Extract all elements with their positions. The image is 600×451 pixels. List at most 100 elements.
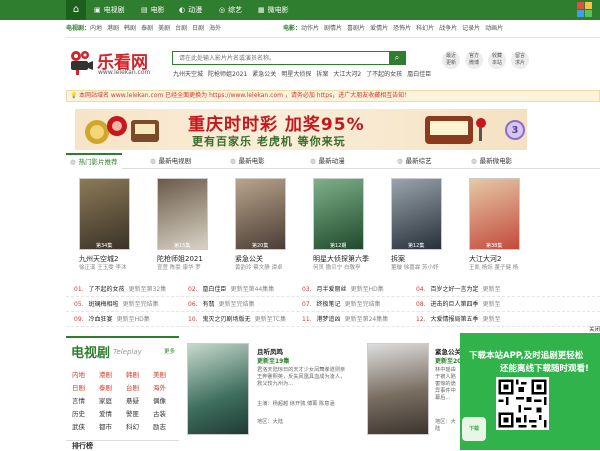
qr-code[interactable] [496,377,549,430]
search-input[interactable] [173,52,383,64]
show-name[interactable]: 有翡 [203,301,215,308]
genre-link[interactable]: 台剧 [126,382,139,392]
list-item[interactable]: 04. 百岁之好一言为定 更新至 [416,284,534,293]
featured-poster[interactable] [187,343,249,435]
hot-word-link[interactable]: 明星大侦探 [281,71,311,78]
genre-link[interactable]: 警匪 [126,408,139,418]
close-button[interactable]: 关闭 [589,325,600,333]
app-grid-icon[interactable] [577,2,592,17]
genre-link[interactable]: 海外 [153,382,166,392]
list-item[interactable]: 05. 斑斓梅相啦 更新至完结集 [74,299,192,308]
recent-update-button[interactable]: 最近 更新 [442,51,460,69]
tab-hot-recommend[interactable]: ◍ 热门影片推荐 [66,153,122,169]
genre-link[interactable]: 科幻 [126,421,139,431]
genre-link[interactable]: 泰剧 [99,382,112,392]
tab-latest-micro-film[interactable]: ◍ 最新微电影 [471,153,512,169]
tab-latest-tv[interactable]: ◍ 最新电视剧 [150,153,191,169]
category-link[interactable]: 泰剧 [141,25,153,32]
category-link[interactable]: 战争片 [439,25,457,32]
official-weibo-button[interactable]: 官方 微博 [465,51,483,69]
category-link[interactable]: 台剧 [175,25,187,32]
featured-title[interactable]: 紧急公关 [435,346,461,356]
category-link[interactable]: 内地 [90,25,102,32]
poster-image[interactable] [157,178,208,250]
list-item[interactable]: 11. 港梦追凶 更新至第24集集 [302,314,420,323]
hot-word-link[interactable]: 了不起的女孩 [366,71,402,78]
hot-word-link[interactable]: 紧急公关 [252,71,276,78]
show-name[interactable]: 终极笔记 [317,301,341,308]
category-link[interactable]: 港剧 [107,25,119,32]
search-button[interactable]: ⌕ [389,52,405,64]
poster-image[interactable] [469,178,520,250]
tab-latest-anime[interactable]: ◍ 最新动漫 [310,153,345,169]
category-link[interactable]: 海外 [209,25,221,32]
list-item[interactable]: 08. 进击的巨人第四季 更新至 [416,299,534,308]
more-link[interactable]: 更多 [164,347,175,355]
ad-banner[interactable]: 重庆时时彩 加奖95% 更有百家乐 老虎机 等你来玩 3 [75,109,527,150]
show-name[interactable]: 鬼灭之刃剧场版无 [203,316,251,323]
nav-item-anime[interactable]: ◐ 动漫 [179,0,202,20]
hot-word-link[interactable]: 大江大河2 [333,71,361,78]
genre-link[interactable]: 韩剧 [126,369,139,379]
genre-link[interactable]: 爱情 [99,408,112,418]
poster-image[interactable] [391,178,442,250]
show-name[interactable]: 冷血狂宴 [89,316,113,323]
category-link[interactable]: 恐怖片 [393,25,411,32]
list-item[interactable]: 01. 了不起的女孩 更新至第32集 [74,284,192,293]
genre-link[interactable]: 内地 [72,369,85,379]
list-item[interactable]: 06. 有翡 更新至完结集 [188,299,306,308]
genre-link[interactable]: 都市 [99,421,112,431]
genre-link[interactable]: 港剧 [99,369,112,379]
genre-link[interactable]: 言情 [72,395,85,405]
list-item[interactable]: 10. 鬼灭之刃剧场版无 更新至TC集 [188,314,306,323]
category-link[interactable]: 剧情片 [324,25,342,32]
genre-link[interactable]: 武侠 [72,421,85,431]
show-name[interactable]: 百岁之好一言为定 [431,286,479,293]
category-link[interactable]: 日剧 [192,25,204,32]
genre-link[interactable]: 悬疑 [126,395,139,405]
category-link[interactable]: 动作片 [301,25,319,32]
hot-word-link[interactable]: 拆案 [316,71,328,78]
genre-link[interactable]: 励志 [153,421,166,431]
list-item[interactable]: 03. 月半爱丽丝 更新至HD集 [302,284,420,293]
list-item[interactable]: 09. 冷血狂宴 更新至HD集 [74,314,192,323]
genre-link[interactable]: 日剧 [72,382,85,392]
genre-link[interactable]: 家庭 [99,395,112,405]
poster-image[interactable] [79,178,130,250]
poster-image[interactable] [235,178,286,250]
download-badge[interactable]: 下载 [462,417,486,441]
nav-item-movie[interactable]: ▤ 电影 [141,0,165,20]
show-name[interactable]: 大爱情报局第五季 [431,316,479,323]
category-link[interactable]: 动画片 [485,25,503,32]
show-name[interactable]: 斑斓梅相啦 [89,301,119,308]
featured-title[interactable]: 且听凤鸣 [257,346,283,356]
tab-latest-variety[interactable]: ◍ 最新综艺 [397,153,432,169]
hot-word-link[interactable]: 凰白佳臣 [407,71,431,78]
show-name[interactable]: 凰白佳臣 [203,286,227,293]
nav-item-micro-film[interactable]: ▦ 微电影 [258,0,289,20]
list-item[interactable]: 02. 凰白佳臣 更新至第44集集 [188,284,306,293]
hot-word-link[interactable]: 九州天空城 [173,71,203,78]
poster-image[interactable] [313,178,364,250]
list-item[interactable]: 12. 大爱情报局第五季 更新至 [416,314,534,323]
show-name[interactable]: 进击的巨人第四季 [431,301,479,308]
genre-link[interactable]: 偶像 [153,395,166,405]
nav-item-variety[interactable]: ◎ 综艺 [219,0,242,20]
show-name[interactable]: 月半爱丽丝 [317,286,347,293]
bookmark-site-button[interactable]: 收藏 本站 [488,51,506,69]
category-link[interactable]: 韩剧 [124,25,136,32]
category-link[interactable]: 记录片 [462,25,480,32]
tab-latest-movie[interactable]: ◍ 最新电影 [230,153,265,169]
show-name[interactable]: 了不起的女孩 [89,286,125,293]
list-item[interactable]: 07. 终极笔记 更新至完结集 [302,299,420,308]
category-link[interactable]: 美剧 [158,25,170,32]
genre-link[interactable]: 古装 [153,408,166,418]
home-icon[interactable]: ⌂ [66,0,86,20]
category-link[interactable]: 科幻片 [416,25,434,32]
category-link[interactable]: 喜剧片 [347,25,365,32]
request-movie-button[interactable]: 留言 求片 [511,51,529,69]
category-link[interactable]: 爱情片 [370,25,388,32]
featured-poster[interactable] [367,343,429,435]
genre-link[interactable]: 历史 [72,408,85,418]
genre-link[interactable]: 美剧 [153,369,166,379]
